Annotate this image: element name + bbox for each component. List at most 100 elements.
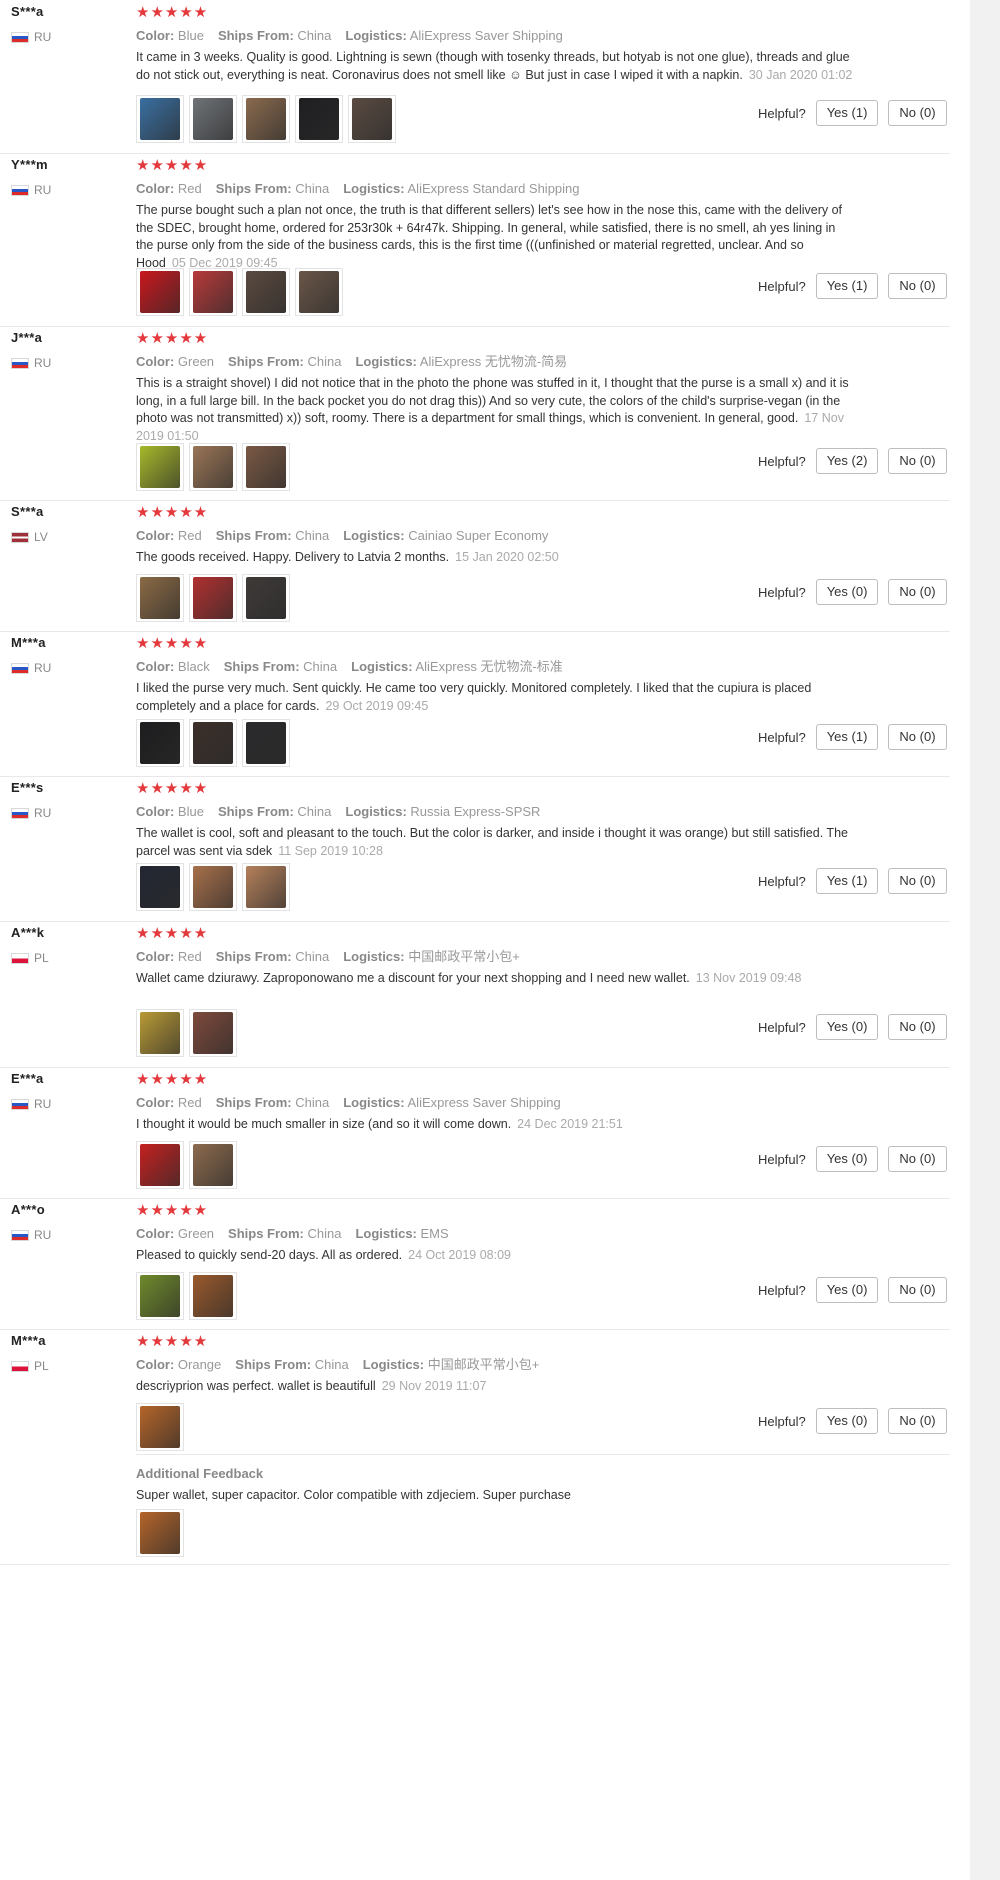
helpful-yes-button[interactable]: Yes (1) bbox=[815, 724, 879, 750]
photo-preview bbox=[193, 1012, 233, 1054]
logistics-value: Russia Express-SPSR bbox=[410, 804, 541, 819]
photo-wallet-black-phone[interactable] bbox=[295, 95, 343, 143]
photo-preview bbox=[193, 1144, 233, 1186]
photo-wallet-open-tan[interactable] bbox=[242, 863, 290, 911]
helpful-no-button[interactable]: No (0) bbox=[888, 724, 947, 750]
country-code: PL bbox=[34, 1359, 49, 1373]
photo-wallet-open-cards[interactable] bbox=[242, 443, 290, 491]
photo-wallet-dark-hand[interactable] bbox=[295, 268, 343, 316]
photo-wallet-black-open[interactable] bbox=[242, 719, 290, 767]
photo-wallet-brown-hand[interactable] bbox=[136, 574, 184, 622]
photo-wallet-green[interactable] bbox=[136, 443, 184, 491]
helpful-no-button[interactable]: No (0) bbox=[888, 448, 947, 474]
photo-wallet-red[interactable] bbox=[136, 268, 184, 316]
helpful-no-button[interactable]: No (0) bbox=[888, 1277, 947, 1303]
helpful-yes-button[interactable]: Yes (1) bbox=[815, 273, 879, 299]
photo-wallet-tan-inside[interactable] bbox=[189, 863, 237, 911]
color-value: Red bbox=[177, 528, 202, 543]
photo-preview bbox=[140, 722, 180, 764]
country-code: RU bbox=[34, 661, 52, 675]
ships-from-value: China bbox=[297, 28, 332, 43]
ships-from-label: Ships From: bbox=[215, 1095, 292, 1110]
helpful-no-button[interactable]: No (0) bbox=[888, 868, 947, 894]
country-flag-icon bbox=[11, 952, 29, 964]
review-content: ★★★★★ Color: Blue Ships From: China Logisti… bbox=[136, 4, 856, 101]
photo-preview bbox=[193, 1275, 233, 1317]
photo-wallet-blue-phone[interactable] bbox=[136, 95, 184, 143]
photo-wallet-red-2[interactable] bbox=[136, 1141, 184, 1189]
photo-preview bbox=[193, 271, 233, 313]
photo-wallet-orange[interactable] bbox=[136, 1403, 184, 1451]
ships-from-label: Ships From: bbox=[215, 949, 292, 964]
review-date: 24 Oct 2019 08:09 bbox=[408, 1248, 511, 1262]
helpful-no-button[interactable]: No (0) bbox=[888, 1014, 947, 1040]
logistics-label: Logistics: bbox=[343, 949, 405, 964]
reviewer-name: M***a bbox=[11, 635, 46, 650]
photo-wallet-brown-inside[interactable] bbox=[242, 95, 290, 143]
photo-wallet-red-open[interactable] bbox=[189, 268, 237, 316]
photo-wallet-yellow-black[interactable] bbox=[136, 1009, 184, 1057]
helpful-no-button[interactable]: No (0) bbox=[888, 579, 947, 605]
country-flag-icon bbox=[11, 662, 29, 674]
ships-from-value: China bbox=[303, 659, 338, 674]
country-flag-icon bbox=[11, 807, 29, 819]
logistics-value: AliExpress Saver Shipping bbox=[409, 28, 563, 43]
ships-from-label: Ships From: bbox=[223, 659, 300, 674]
photo-wallet-open-cards-2[interactable] bbox=[189, 1141, 237, 1189]
ships-from-label: Ships From: bbox=[215, 528, 292, 543]
helpful-yes-button[interactable]: Yes (2) bbox=[815, 448, 879, 474]
color-label: Color: bbox=[136, 181, 175, 196]
photo-preview bbox=[193, 98, 233, 140]
photo-wallet-dark-open[interactable] bbox=[242, 268, 290, 316]
photo-wallet-box[interactable] bbox=[189, 443, 237, 491]
additional-feedback-label: Additional Feedback bbox=[136, 1466, 264, 1481]
photo-preview bbox=[193, 866, 233, 908]
scrollbar[interactable] bbox=[970, 0, 1000, 1880]
reviewer-name: Y***m bbox=[11, 157, 48, 172]
helpful-yes-button[interactable]: Yes (1) bbox=[815, 868, 879, 894]
helpful-no-button[interactable]: No (0) bbox=[888, 273, 947, 299]
logistics-label: Logistics: bbox=[343, 1095, 405, 1110]
photo-wallet-black-cards[interactable] bbox=[189, 719, 237, 767]
helpful-yes-button[interactable]: Yes (0) bbox=[815, 1408, 879, 1434]
photo-wallet-navy[interactable] bbox=[136, 863, 184, 911]
helpful-no-button[interactable]: No (0) bbox=[888, 100, 947, 126]
photo-wallet-red-card[interactable] bbox=[189, 574, 237, 622]
helpful-yes-button[interactable]: Yes (0) bbox=[815, 1277, 879, 1303]
helpful-yes-button[interactable]: Yes (1) bbox=[815, 100, 879, 126]
review-meta: Color: Green Ships From: China Logistics: … bbox=[136, 354, 856, 370]
color-label: Color: bbox=[136, 659, 175, 674]
helpful-label: Helpful? bbox=[758, 873, 806, 889]
additional-feedback-photos bbox=[136, 1509, 184, 1557]
logistics-value: AliExpress Standard Shipping bbox=[407, 181, 580, 196]
photo-wallet-orange-green[interactable] bbox=[189, 1272, 237, 1320]
review-body: The wallet is cool, soft and pleasant to… bbox=[136, 826, 848, 858]
ships-from-label: Ships From: bbox=[217, 28, 294, 43]
logistics-label: Logistics: bbox=[351, 659, 413, 674]
logistics-label: Logistics: bbox=[345, 804, 407, 819]
photo-wallet-dark-hand-2[interactable] bbox=[242, 574, 290, 622]
review-text: I thought it would be much smaller in si… bbox=[136, 1116, 856, 1134]
helpful-label: Helpful? bbox=[758, 1151, 806, 1167]
review-meta: Color: Blue Ships From: China Logistics: R… bbox=[136, 804, 856, 820]
reviewer-name: E***s bbox=[11, 780, 44, 795]
photo-wallet-orange-2[interactable] bbox=[136, 1509, 184, 1557]
helpful-no-button[interactable]: No (0) bbox=[888, 1408, 947, 1434]
helpful-yes-button[interactable]: Yes (0) bbox=[815, 579, 879, 605]
review-date: 13 Nov 2019 09:48 bbox=[695, 971, 802, 985]
review-content: ★★★★★ Color: Black Ships From: China Logist… bbox=[136, 635, 856, 715]
review-meta: Color: Red Ships From: China Logistics: Ca… bbox=[136, 528, 856, 544]
helpful-yes-button[interactable]: Yes (0) bbox=[815, 1146, 879, 1172]
photo-wallet-green-2[interactable] bbox=[136, 1272, 184, 1320]
helpful-label: Helpful? bbox=[758, 105, 806, 121]
photo-wallet-grey-phone[interactable] bbox=[189, 95, 237, 143]
photo-wallet-damaged[interactable] bbox=[189, 1009, 237, 1057]
ships-from-label: Ships From: bbox=[228, 354, 304, 369]
helpful-yes-button[interactable]: Yes (0) bbox=[815, 1014, 879, 1040]
photo-preview bbox=[352, 98, 392, 140]
photo-wallet-black[interactable] bbox=[136, 719, 184, 767]
photo-wallet-open-dark[interactable] bbox=[348, 95, 396, 143]
color-label: Color: bbox=[136, 1095, 175, 1110]
helpful-no-button[interactable]: No (0) bbox=[888, 1146, 947, 1172]
color-label: Color: bbox=[136, 949, 175, 964]
